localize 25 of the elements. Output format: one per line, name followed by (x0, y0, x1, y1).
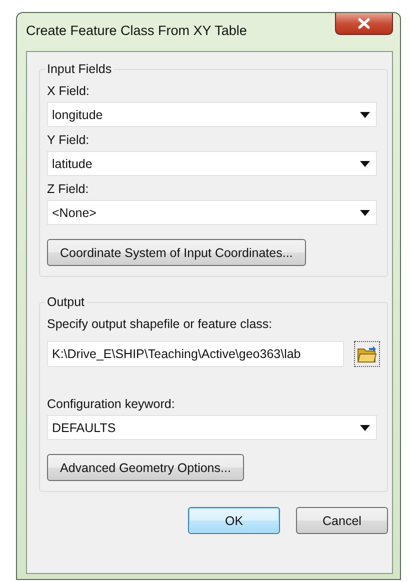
field-label: X Field: (47, 84, 90, 98)
close-button[interactable] (335, 13, 393, 35)
window-title: Create Feature Class From XY Table (26, 23, 247, 38)
field-label: Specify output shapefile or feature class: (47, 317, 274, 331)
close-icon (358, 18, 370, 29)
field-label: Configuration keyword: (47, 397, 176, 411)
dialog-button[interactable]: OK (188, 507, 280, 534)
dropdown[interactable]: <None> (47, 200, 377, 225)
folder-icon (357, 345, 377, 363)
dialog-button[interactable]: Cancel (296, 507, 388, 534)
field-label: Y Field: (47, 133, 90, 147)
dropdown[interactable]: latitude (47, 151, 377, 176)
dropdown[interactable]: longitude (47, 102, 377, 127)
group-title: Input Fields (46, 62, 113, 76)
dropdown-arrow-icon (360, 112, 370, 118)
options-button[interactable]: Advanced Geometry Options... (47, 454, 244, 481)
group-title: Output (46, 295, 86, 309)
options-button[interactable]: Coordinate System of Input Coordinates... (47, 239, 306, 266)
dropdown-arrow-icon (360, 160, 370, 166)
dropdown[interactable]: DEFAULTS (47, 415, 377, 440)
browse-folder-button[interactable] (354, 341, 380, 367)
dropdown-arrow-icon (360, 210, 370, 216)
dropdown-arrow-icon (360, 424, 370, 430)
field-label: Z Field: (47, 182, 90, 196)
output-path-field[interactable]: K:\Drive_E\SHIP\Teaching\Active\geo363\lab (47, 341, 344, 367)
